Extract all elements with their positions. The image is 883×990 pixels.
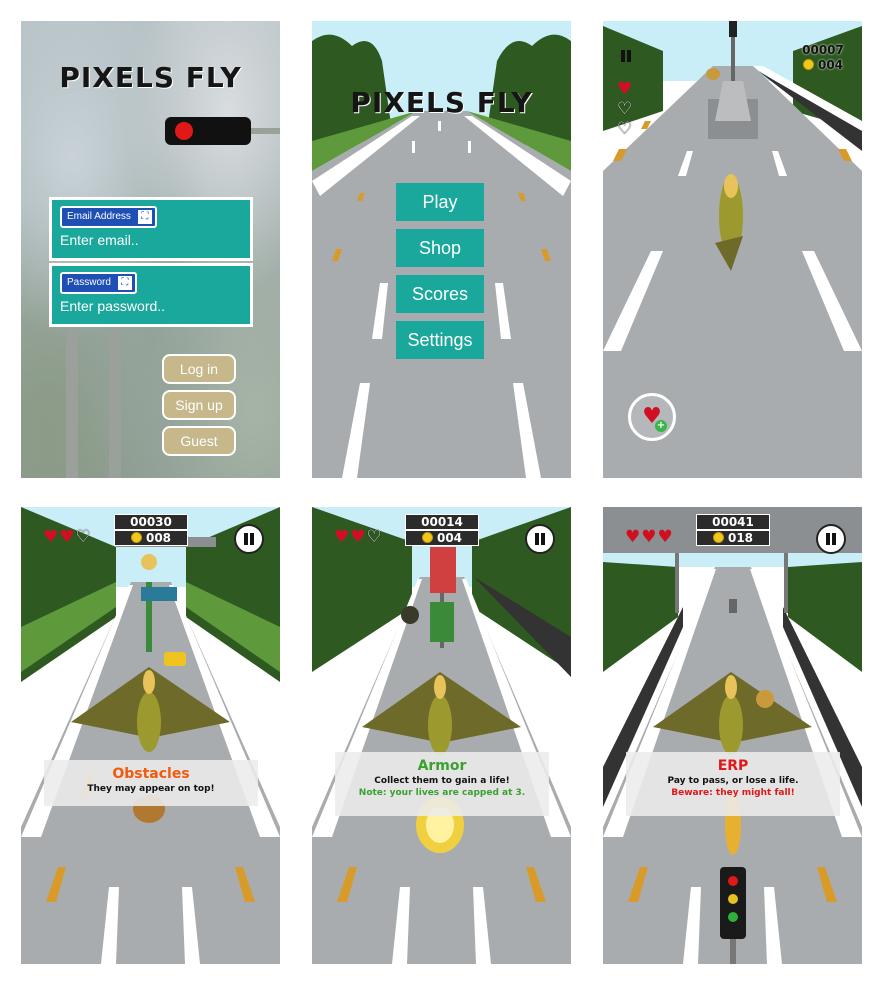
lives-display: ♥♥♥ [625, 527, 674, 547]
coin-count: 018 [727, 531, 754, 545]
road-sign-icon: ⛶ [137, 210, 152, 224]
score-display: 00014 [405, 514, 479, 530]
sign-pole [66, 321, 78, 478]
heart-icon: ♡ [75, 527, 92, 547]
pause-button[interactable] [234, 524, 264, 554]
heart-icon: ♥ [625, 527, 642, 547]
erp-screen: ♥♥♥ 00041 018 ERP Pay to pass, or lose a… [603, 507, 862, 964]
tooltip-title: Armor [417, 758, 467, 774]
heart-icon: ♡ [617, 119, 634, 139]
coin-count: 004 [817, 58, 844, 72]
armor-screen: ♥♥♡ 00014 004 Armor Collect them to gain… [312, 507, 571, 964]
settings-button[interactable]: Settings [396, 321, 484, 359]
coin-count: 004 [436, 531, 463, 545]
plus-icon: + [655, 420, 667, 432]
password-input[interactable]: Enter password.. [60, 298, 165, 314]
password-label-badge: Password ⛶ [60, 272, 137, 294]
email-label-badge: Email Address ⛶ [60, 206, 157, 228]
login-screen: PIXELS FLY Email Address ⛶ Enter email..… [21, 21, 280, 478]
email-field[interactable]: Email Address ⛶ Enter email.. [49, 197, 253, 261]
coin-display: 018 [696, 530, 770, 546]
pause-button[interactable] [613, 43, 639, 69]
heart-icon: ♡ [617, 99, 634, 119]
score-display: 00041 [696, 514, 770, 530]
obstacles-screen: ♥♥♡ 00030 008 Obstacles They may appear … [21, 507, 280, 964]
coin-icon [712, 532, 724, 543]
heart-icon: ♥ [641, 527, 658, 547]
tooltip-title: ERP [717, 758, 749, 774]
road-scene [603, 507, 862, 964]
light-arm [251, 128, 280, 134]
road-sign-icon: ⛶ [117, 276, 132, 290]
tooltip-text: Collect them to gain a life! [374, 776, 510, 786]
lives-display: ♥♥♡ [43, 527, 92, 547]
tooltip-warning: Beware: they might fall! [671, 788, 795, 798]
login-button[interactable]: Log in [162, 354, 236, 384]
gameplay-screen: 00007 004 ♥ ♡ ♡ ♥ + [603, 21, 862, 478]
coin-icon [130, 532, 142, 543]
tooltip-erp: ERP Pay to pass, or lose a life. Beware:… [626, 752, 840, 816]
tooltip-text: They may appear on top! [87, 784, 215, 794]
pause-button[interactable] [525, 524, 555, 554]
tooltip-obstacles: Obstacles They may appear on top! [44, 760, 258, 806]
main-menu-screen: PIXELS FLY Play Shop Scores Settings [312, 21, 571, 478]
heart-icon: ♥ [334, 527, 351, 547]
heart-icon: ♥ [59, 527, 76, 547]
lives-display: ♥ ♡ ♡ [617, 79, 633, 139]
lives-display: ♥♥♡ [334, 527, 383, 547]
coin-display: 004 [797, 58, 849, 72]
guest-button[interactable]: Guest [162, 426, 236, 456]
game-title: PIXELS FLY [59, 61, 242, 94]
heart-icon: ♥ [617, 79, 634, 99]
heart-icon: ♥ [657, 527, 674, 547]
tooltip-note: Note: your lives are capped at 3. [358, 788, 526, 798]
traffic-light-icon [165, 117, 251, 145]
coin-icon [802, 59, 814, 70]
tooltip-armor: Armor Collect them to gain a life! Note:… [335, 752, 549, 816]
coin-display: 008 [114, 530, 188, 546]
heart-icon: ♡ [366, 527, 383, 547]
heart-icon: ♥ [350, 527, 367, 547]
game-title: PIXELS FLY [350, 86, 533, 119]
scores-button[interactable]: Scores [396, 275, 484, 313]
coin-display: 004 [405, 530, 479, 546]
heart-icon: ♥ [43, 527, 60, 547]
sign-pole [109, 321, 121, 478]
email-input[interactable]: Enter email.. [60, 232, 139, 248]
password-label: Password [67, 277, 111, 288]
password-field[interactable]: Password ⛶ Enter password.. [49, 263, 253, 327]
shop-button[interactable]: Shop [396, 229, 484, 267]
score-display: 00030 [114, 514, 188, 530]
road-scene [21, 507, 280, 964]
play-button[interactable]: Play [396, 183, 484, 221]
tooltip-title: Obstacles [112, 766, 190, 782]
add-life-button[interactable]: ♥ + [628, 393, 676, 441]
coin-icon [421, 532, 433, 543]
signup-button[interactable]: Sign up [162, 390, 236, 420]
pause-button[interactable] [816, 524, 846, 554]
road-scene [312, 507, 571, 964]
score-display: 00007 [802, 43, 844, 57]
tooltip-text: Pay to pass, or lose a life. [667, 776, 799, 786]
email-label: Email Address [67, 211, 131, 222]
coin-count: 008 [145, 531, 172, 545]
